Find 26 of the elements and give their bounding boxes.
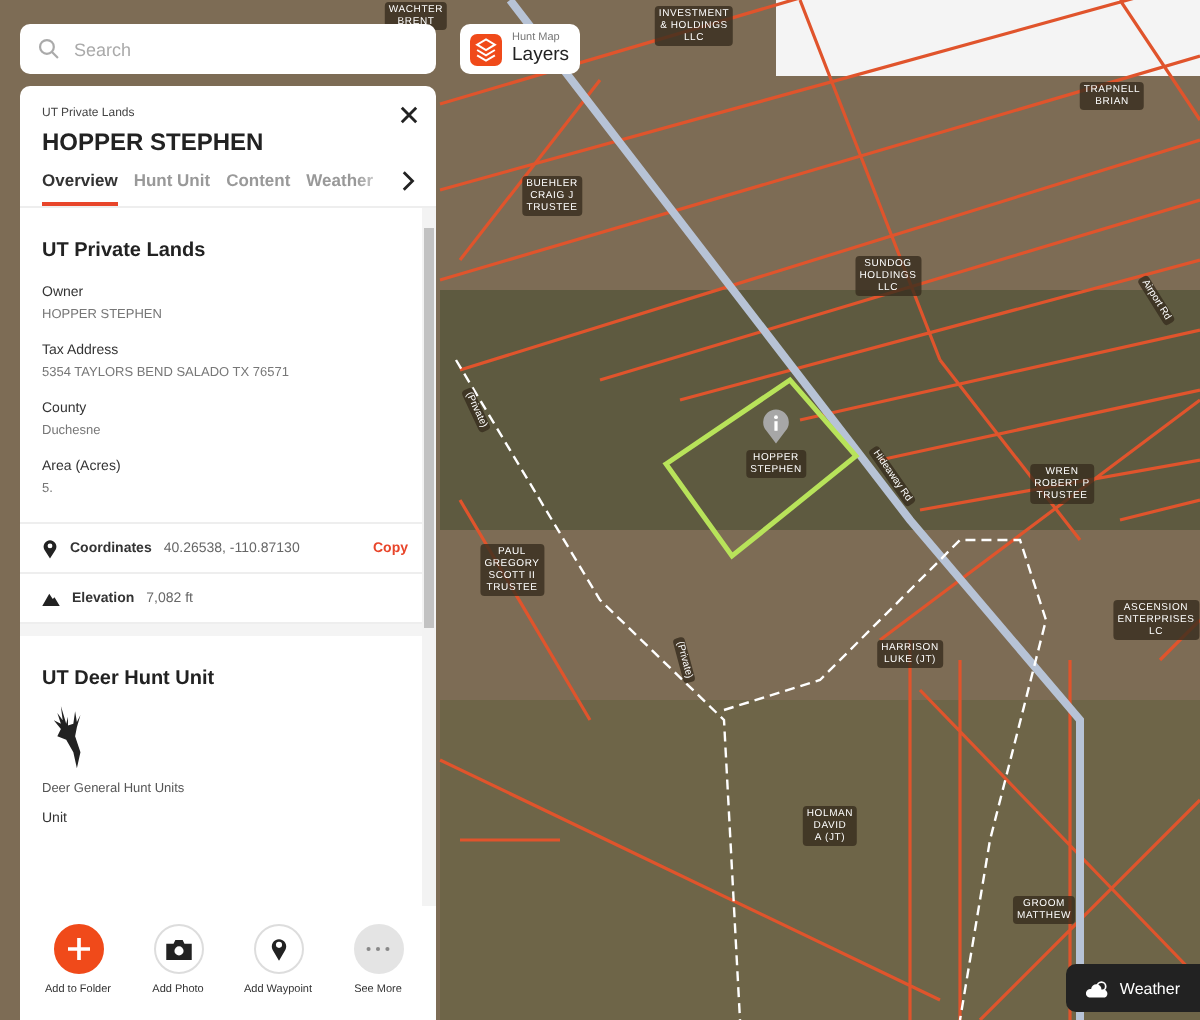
tab[interactable]: Hunt Unit bbox=[133, 156, 211, 206]
mountain-icon bbox=[42, 591, 60, 605]
location-pin-icon bbox=[42, 537, 58, 559]
section-heading: UT Private Lands bbox=[40, 238, 208, 266]
layers-icon bbox=[470, 33, 502, 65]
section-heading: UT Deer Hunt Unit bbox=[40, 666, 217, 694]
search-icon bbox=[38, 38, 60, 60]
tab[interactable]: Weather bbox=[306, 156, 374, 206]
parcel-title: HOPPER STEPHEN bbox=[42, 128, 266, 156]
scrollbar-thumb[interactable] bbox=[424, 228, 434, 628]
photo-button[interactable] bbox=[153, 924, 203, 974]
plus-icon bbox=[67, 938, 89, 960]
close-button[interactable] bbox=[398, 104, 420, 126]
tab[interactable]: Overview bbox=[42, 156, 118, 206]
waypoint-button[interactable] bbox=[253, 924, 303, 974]
deer-head-icon bbox=[50, 706, 86, 770]
add-button[interactable] bbox=[53, 924, 103, 974]
map-pin-icon bbox=[269, 936, 287, 962]
info-pin-icon bbox=[760, 406, 792, 446]
chevron-right-icon[interactable] bbox=[402, 170, 416, 192]
more-icon bbox=[366, 946, 390, 952]
cloud-sun-icon bbox=[1085, 979, 1110, 997]
weather-button[interactable]: Weather bbox=[1065, 964, 1200, 1012]
camera-icon bbox=[165, 939, 191, 959]
tab[interactable]: Content bbox=[226, 156, 291, 206]
search-field[interactable]: Search bbox=[20, 24, 436, 74]
